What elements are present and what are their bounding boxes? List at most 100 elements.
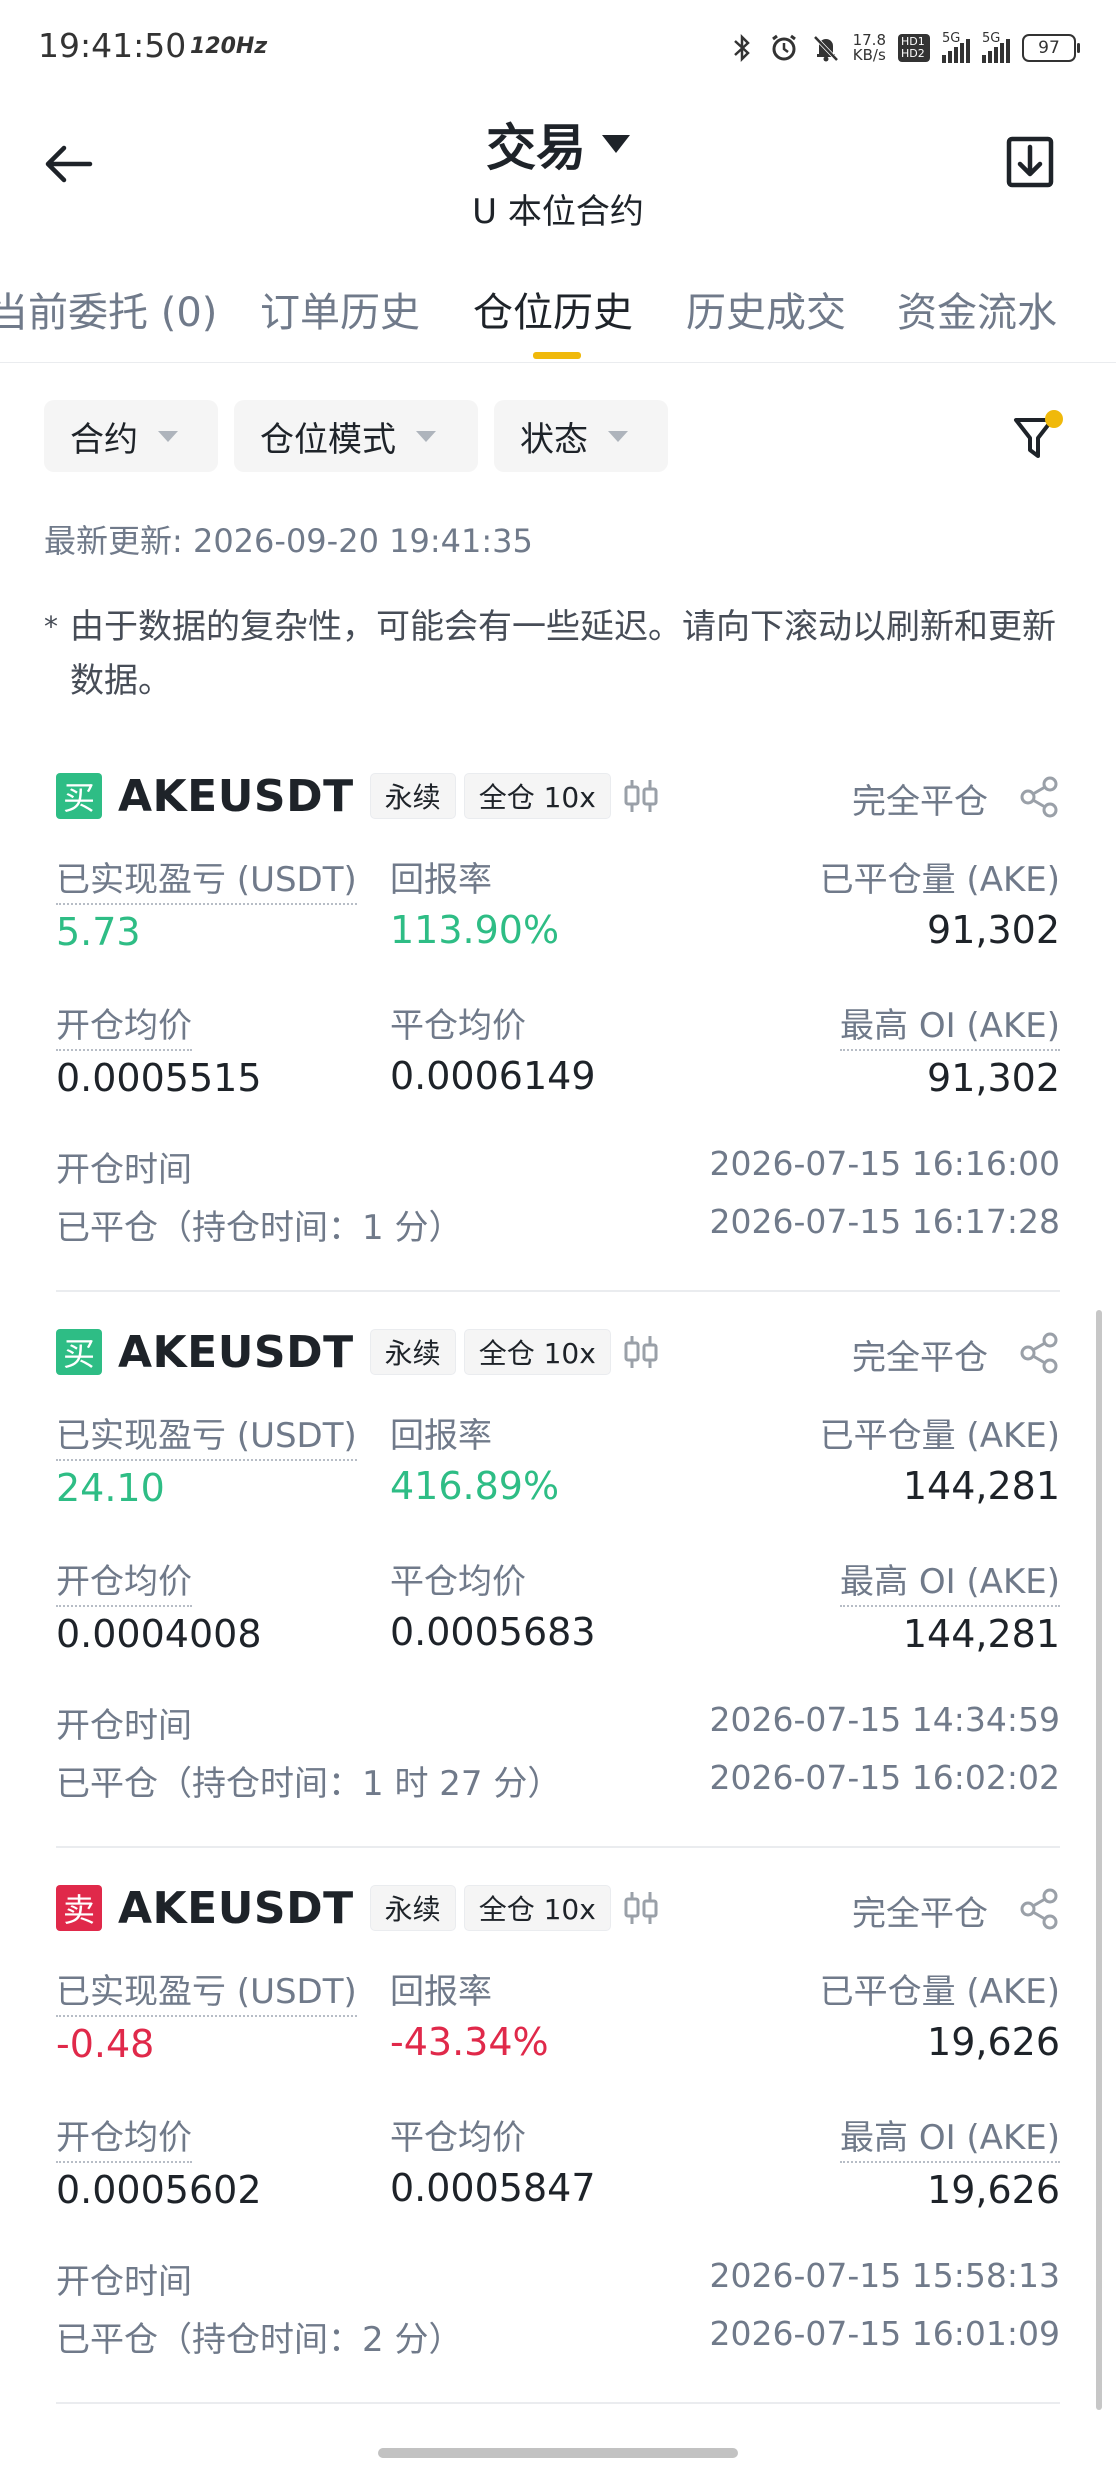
entry-price-label[interactable]: 开仓均价 [56, 1554, 192, 1607]
realized-pnl-value: 5.73 [56, 910, 141, 954]
entry-price-label[interactable]: 开仓均价 [56, 2110, 192, 2163]
title-dropdown[interactable]: 交易 [0, 108, 1116, 180]
entry-price-label[interactable]: 开仓均价 [56, 998, 192, 1051]
position-header: 买 AKEUSDT 永续 全仓 10x [56, 1322, 661, 1382]
symbol[interactable]: AKEUSDT [118, 1883, 354, 1934]
last-updated: 最新更新: 2026-09-20 19:41:35 [44, 522, 533, 560]
closed-qty-value: 144,281 [902, 1464, 1060, 1508]
filter-status-label: 状态 [520, 419, 588, 460]
max-oi-label[interactable]: 最高 OI (AKE) [840, 998, 1060, 1051]
position-status: 完全平仓 [852, 782, 988, 822]
close-price-value: 0.0006149 [390, 1054, 596, 1098]
close-time-value: 2026-07-15 16:02:02 [709, 1758, 1060, 1797]
tab-order-history[interactable]: 订单历史 [260, 280, 420, 338]
scrollbar[interactable] [1096, 1310, 1102, 2410]
battery-icon: 97 [1022, 34, 1080, 62]
download-button[interactable] [1006, 136, 1054, 188]
net-speed: 17.8 KB/s [853, 33, 886, 63]
tab-bar: 当前委托 (0) 订单历史 仓位历史 历史成交 资金流水 [0, 280, 1116, 360]
position-card[interactable]: 卖 AKEUSDT 永续 全仓 10x 完全平仓 已实现盈亏 (USDT) 回报… [56, 1878, 1060, 2428]
home-indicator[interactable] [378, 2448, 738, 2458]
candlestick-chart-icon[interactable] [621, 1888, 661, 1928]
tab-divider [0, 362, 1116, 363]
refresh-rate: 120Hz [190, 34, 268, 59]
closed-duration: 已平仓（持仓时间：2 分） [56, 2320, 463, 2360]
share-icon[interactable] [1018, 1888, 1060, 1930]
realized-pnl-value: 24.10 [56, 1466, 165, 1510]
position-card[interactable]: 买 AKEUSDT 永续 全仓 10x 完全平仓 已实现盈亏 (USDT) 回报… [56, 1322, 1060, 1872]
bluetooth-icon [727, 33, 757, 63]
candlestick-chart-icon[interactable] [621, 1332, 661, 1372]
caret-down-icon [416, 430, 436, 442]
signal-icon-sim2: 5G [982, 31, 1010, 63]
filter-button[interactable] [1010, 408, 1066, 464]
max-oi-label[interactable]: 最高 OI (AKE) [840, 2110, 1060, 2163]
tab-position-history[interactable]: 仓位历史 [473, 280, 633, 338]
margin-tag: 全仓 10x [463, 1329, 611, 1375]
entry-price-value: 0.0004008 [56, 1612, 262, 1656]
roi-value: 113.90% [390, 908, 560, 952]
closed-duration: 已平仓（持仓时间：1 时 27 分） [56, 1764, 562, 1804]
open-time-value: 2026-07-15 15:58:13 [709, 2256, 1060, 2295]
open-time-label: 开仓时间 [56, 1150, 192, 1190]
tab-current-orders[interactable]: 当前委托 (0) [0, 280, 217, 338]
active-tab-indicator [533, 352, 581, 359]
close-price-label: 平仓均价 [390, 1562, 526, 1602]
alarm-icon [769, 33, 799, 63]
roi-label: 回报率 [390, 1972, 492, 2012]
closed-qty-label: 已平仓量 (AKE) [819, 1416, 1060, 1456]
download-icon [1006, 136, 1054, 188]
roi-label: 回报率 [390, 860, 492, 900]
share-icon[interactable] [1018, 776, 1060, 818]
filter-contract[interactable]: 合约 [44, 400, 218, 472]
caret-down-icon [608, 430, 628, 442]
status-time: 19:41:50 [38, 26, 187, 65]
hd-badge: HD1 HD2 [898, 34, 930, 62]
type-tag: 永续 [369, 1885, 456, 1931]
sim1-label: 5G [942, 31, 961, 46]
realized-pnl-label[interactable]: 已实现盈亏 (USDT) [56, 1408, 357, 1461]
filter-position-mode-label: 仓位模式 [260, 419, 396, 460]
closed-qty-value: 19,626 [927, 2020, 1060, 2064]
card-divider [56, 2402, 1060, 2404]
close-price-label: 平仓均价 [390, 2118, 526, 2158]
tab-trade-history[interactable]: 历史成交 [686, 280, 846, 338]
closed-qty-label: 已平仓量 (AKE) [819, 1972, 1060, 2012]
position-status: 完全平仓 [852, 1338, 988, 1378]
realized-pnl-label[interactable]: 已实现盈亏 (USDT) [56, 852, 357, 905]
side-badge: 买 [56, 1329, 102, 1375]
open-time-label: 开仓时间 [56, 1706, 192, 1746]
max-oi-label[interactable]: 最高 OI (AKE) [840, 1554, 1060, 1607]
position-header: 买 AKEUSDT 永续 全仓 10x [56, 766, 661, 826]
margin-tag: 全仓 10x [463, 773, 611, 819]
roi-value: -43.34% [390, 2020, 549, 2064]
tab-transaction-history[interactable]: 资金流水 [897, 280, 1057, 338]
filter-position-mode[interactable]: 仓位模式 [234, 400, 478, 472]
realized-pnl-label[interactable]: 已实现盈亏 (USDT) [56, 1964, 357, 2017]
card-divider [56, 1846, 1060, 1848]
max-oi-value: 91,302 [927, 1056, 1060, 1100]
type-tag: 永续 [369, 1329, 456, 1375]
closed-duration: 已平仓（持仓时间：1 分） [56, 1208, 463, 1248]
open-time-label: 开仓时间 [56, 2262, 192, 2302]
symbol[interactable]: AKEUSDT [118, 1327, 354, 1378]
status-icons: 17.8 KB/s HD1 HD2 5G 5G 97 [727, 26, 1080, 70]
position-header: 卖 AKEUSDT 永续 全仓 10x [56, 1878, 661, 1938]
candlestick-chart-icon[interactable] [621, 776, 661, 816]
notice-asterisk: * [44, 610, 58, 643]
symbol[interactable]: AKEUSDT [118, 771, 354, 822]
delay-notice: * 由于数据的复杂性，可能会有一些延迟。请向下滚动以刷新和更新数据。 [44, 600, 1064, 708]
open-time-value: 2026-07-15 16:16:00 [709, 1144, 1060, 1183]
roi-label: 回报率 [390, 1416, 492, 1456]
share-icon[interactable] [1018, 1332, 1060, 1374]
filter-contract-label: 合约 [70, 419, 138, 460]
position-card[interactable]: 买 AKEUSDT 永续 全仓 10x 完全平仓 已实现盈亏 (USDT) 回报… [56, 766, 1060, 1316]
realized-pnl-value: -0.48 [56, 2022, 155, 2066]
caret-down-icon [158, 430, 178, 442]
page-title: 交易 [486, 119, 586, 177]
filter-status[interactable]: 状态 [494, 400, 668, 472]
mute-bell-icon [811, 33, 841, 63]
close-time-value: 2026-07-15 16:01:09 [709, 2314, 1060, 2353]
close-price-label: 平仓均价 [390, 1006, 526, 1046]
side-badge: 买 [56, 773, 102, 819]
